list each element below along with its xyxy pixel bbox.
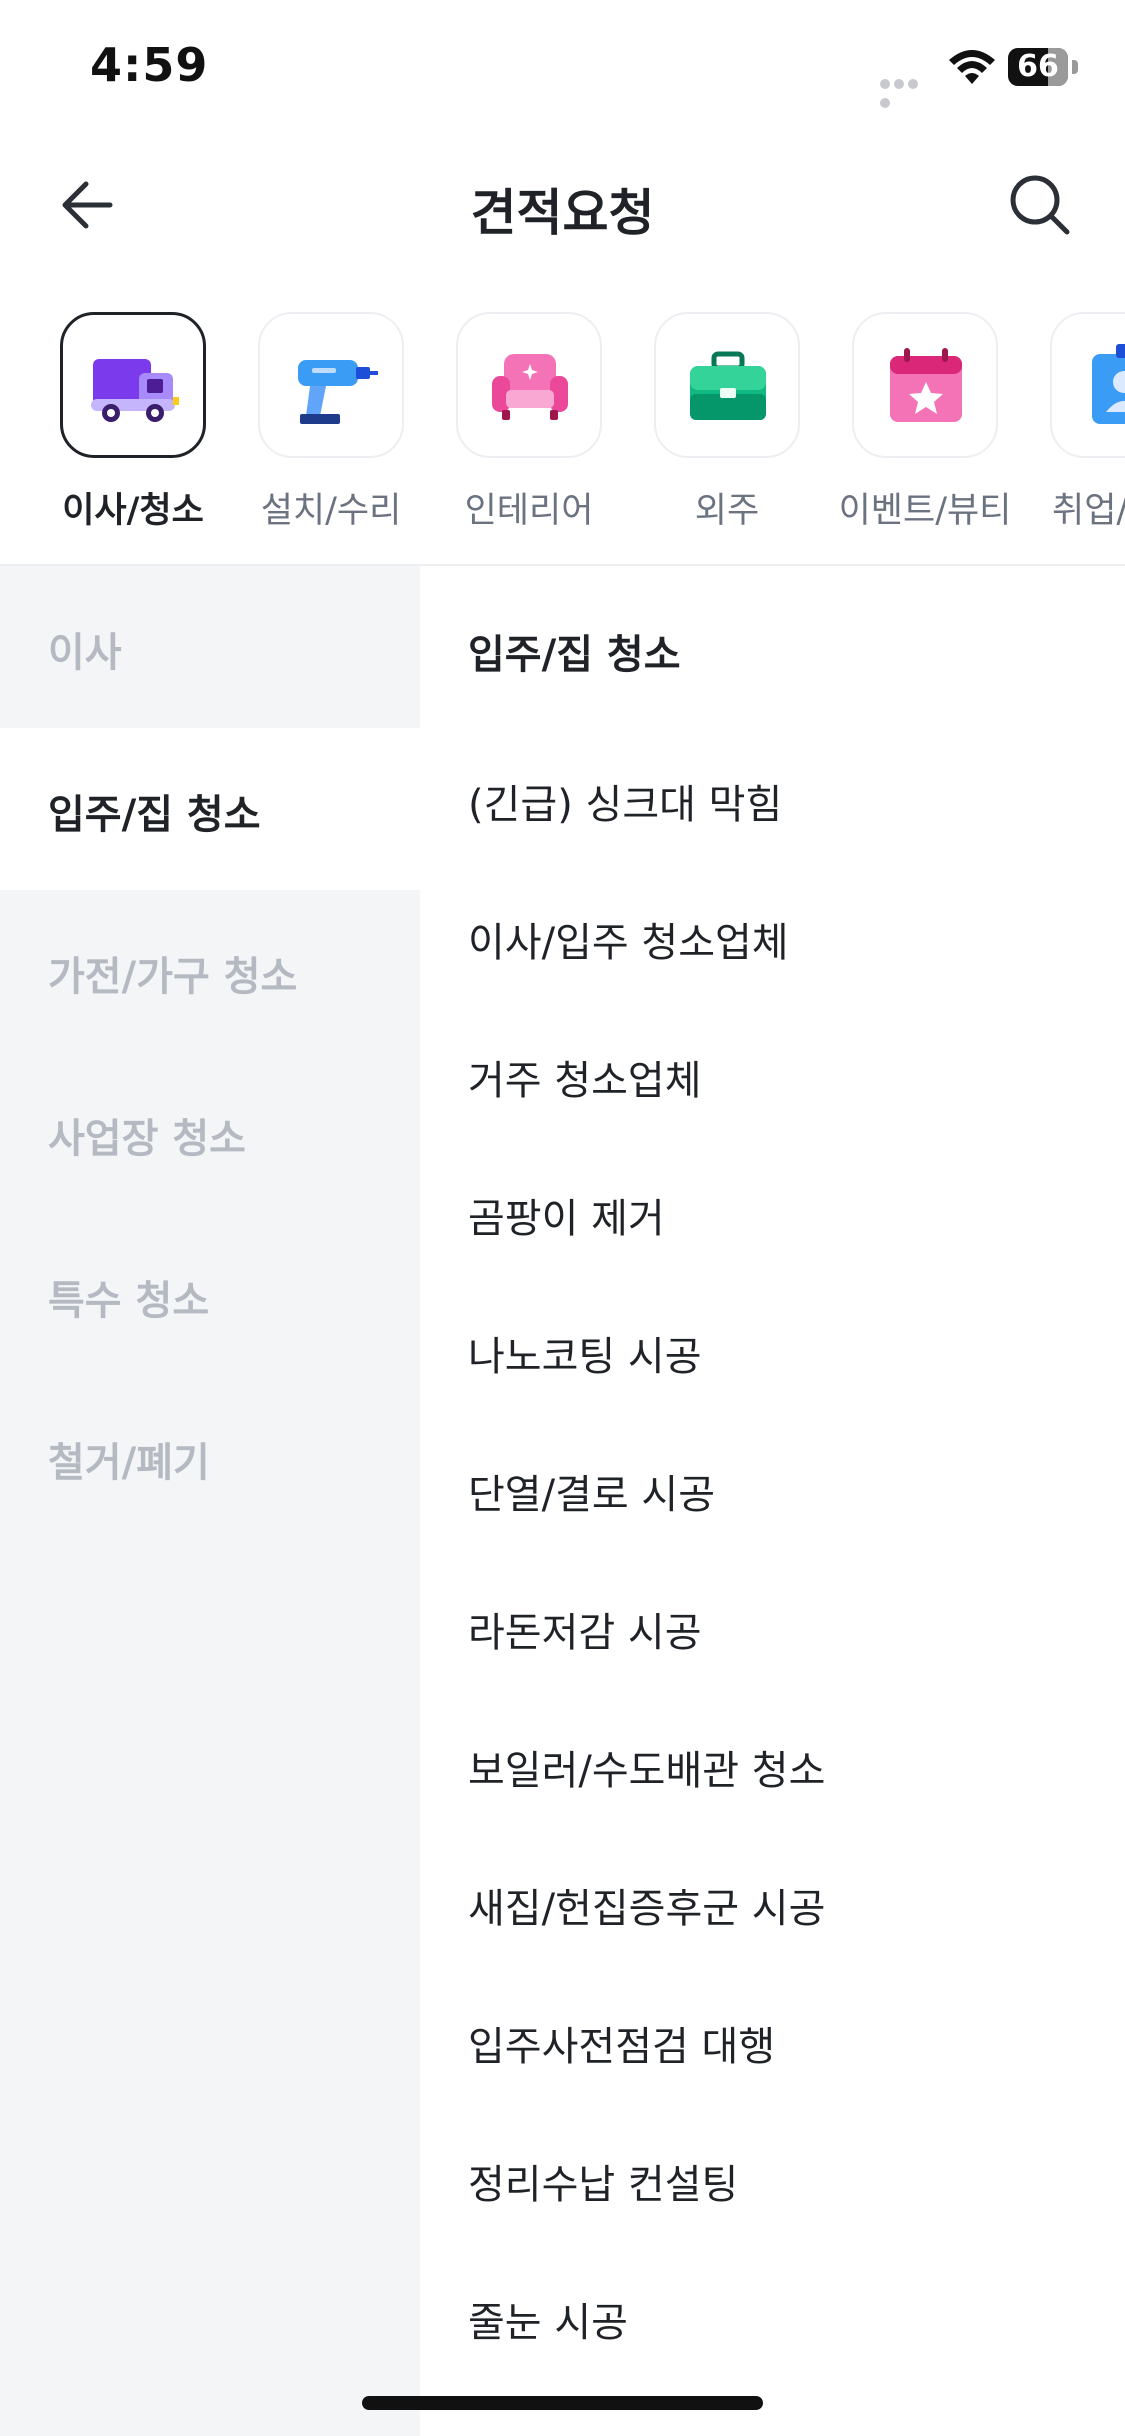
sidebar-item-move-in-cleaning[interactable]: 입주/집 청소: [0, 728, 420, 890]
sidebar-item-label: 가전/가구 청소: [48, 954, 298, 1000]
category-employment[interactable]: 취업/: [1000, 310, 1125, 540]
drill-icon: [298, 360, 378, 424]
list-item[interactable]: (긴급) 싱크대 막힘: [468, 772, 782, 830]
battery-level: 66: [1017, 49, 1059, 84]
battery-cap: [1072, 60, 1078, 74]
battery-icon: 66: [1008, 48, 1068, 86]
list-item[interactable]: 새집/헌집증후군 시공: [468, 1876, 825, 1934]
sidebar-item-label: 철거/폐기: [48, 1440, 210, 1486]
home-indicator[interactable]: [362, 2396, 763, 2410]
sidebar-item-label: 사업장 청소: [48, 1116, 246, 1162]
id-badge-icon: [1092, 344, 1125, 424]
cellular-signal-icon: [880, 74, 934, 108]
category-icon-box: [456, 312, 602, 458]
list-item[interactable]: 곰팡이 제거: [468, 1186, 665, 1244]
search-icon: [1010, 175, 1070, 235]
service-list: 입주/집 청소 (긴급) 싱크대 막힘 이사/입주 청소업체 거주 청소업체 곰…: [420, 566, 1125, 2436]
sidebar-item-business-cleaning[interactable]: 사업장 청소: [0, 1052, 420, 1214]
header: 견적요청: [0, 135, 1125, 270]
category-install-repair[interactable]: 설치/수리: [208, 310, 408, 540]
calendar-star-icon: [890, 348, 962, 422]
category-sidebar: 이사 입주/집 청소 가전/가구 청소 사업장 청소 특수 청소 철거/폐기: [0, 566, 420, 2436]
list-item[interactable]: 보일러/수도배관 청소: [468, 1738, 825, 1796]
sidebar-item-label: 특수 청소: [48, 1278, 210, 1324]
category-icon-box: [852, 312, 998, 458]
category-strip: 이사/청소 설치/수리 인테리어 외주 이벤트/뷰티 취업/: [0, 310, 1125, 560]
category-moving-cleaning[interactable]: 이사/청소: [10, 310, 210, 540]
status-time: 4:59: [90, 38, 209, 92]
truck-icon: [91, 359, 179, 422]
list-section-title: 입주/집 청소: [468, 632, 681, 678]
category-icon-box: [258, 312, 404, 458]
list-item[interactable]: 나노코팅 시공: [468, 1324, 702, 1382]
wifi-icon: [949, 50, 995, 84]
category-icon-box: [60, 312, 206, 458]
sidebar-item-appliance-cleaning[interactable]: 가전/가구 청소: [0, 890, 420, 1052]
sidebar-item-special-cleaning[interactable]: 특수 청소: [0, 1214, 420, 1376]
list-item[interactable]: 줄눈 시공: [468, 2290, 628, 2348]
search-button[interactable]: [1005, 170, 1075, 240]
page-title: 견적요청: [470, 184, 655, 242]
sidebar-item-demolition[interactable]: 철거/폐기: [0, 1376, 420, 1538]
sidebar-item-label: 입주/집 청소: [48, 792, 261, 838]
category-event-beauty[interactable]: 이벤트/뷰티: [802, 310, 1011, 540]
list-item[interactable]: 이사/입주 청소업체: [468, 910, 789, 968]
category-icon-box: [654, 312, 800, 458]
category-label: 취업/: [1052, 491, 1125, 531]
sidebar-item-moving[interactable]: 이사: [0, 566, 420, 728]
category-icon-box: [1050, 312, 1125, 458]
list-item[interactable]: 라돈저감 시공: [468, 1600, 702, 1658]
list-item[interactable]: 정리수납 컨설팅: [468, 2152, 738, 2210]
armchair-icon: [492, 354, 568, 420]
briefcase-icon: [690, 351, 766, 420]
status-bar: 4:59 66: [0, 0, 1125, 135]
list-item[interactable]: 거주 청소업체: [468, 1048, 702, 1106]
list-item[interactable]: 단열/결로 시공: [468, 1462, 715, 1520]
category-outsourcing[interactable]: 외주: [604, 310, 804, 540]
list-item[interactable]: 입주사전점검 대행: [468, 2014, 775, 2072]
sidebar-item-label: 이사: [48, 630, 122, 676]
category-interior[interactable]: 인테리어: [406, 310, 606, 540]
